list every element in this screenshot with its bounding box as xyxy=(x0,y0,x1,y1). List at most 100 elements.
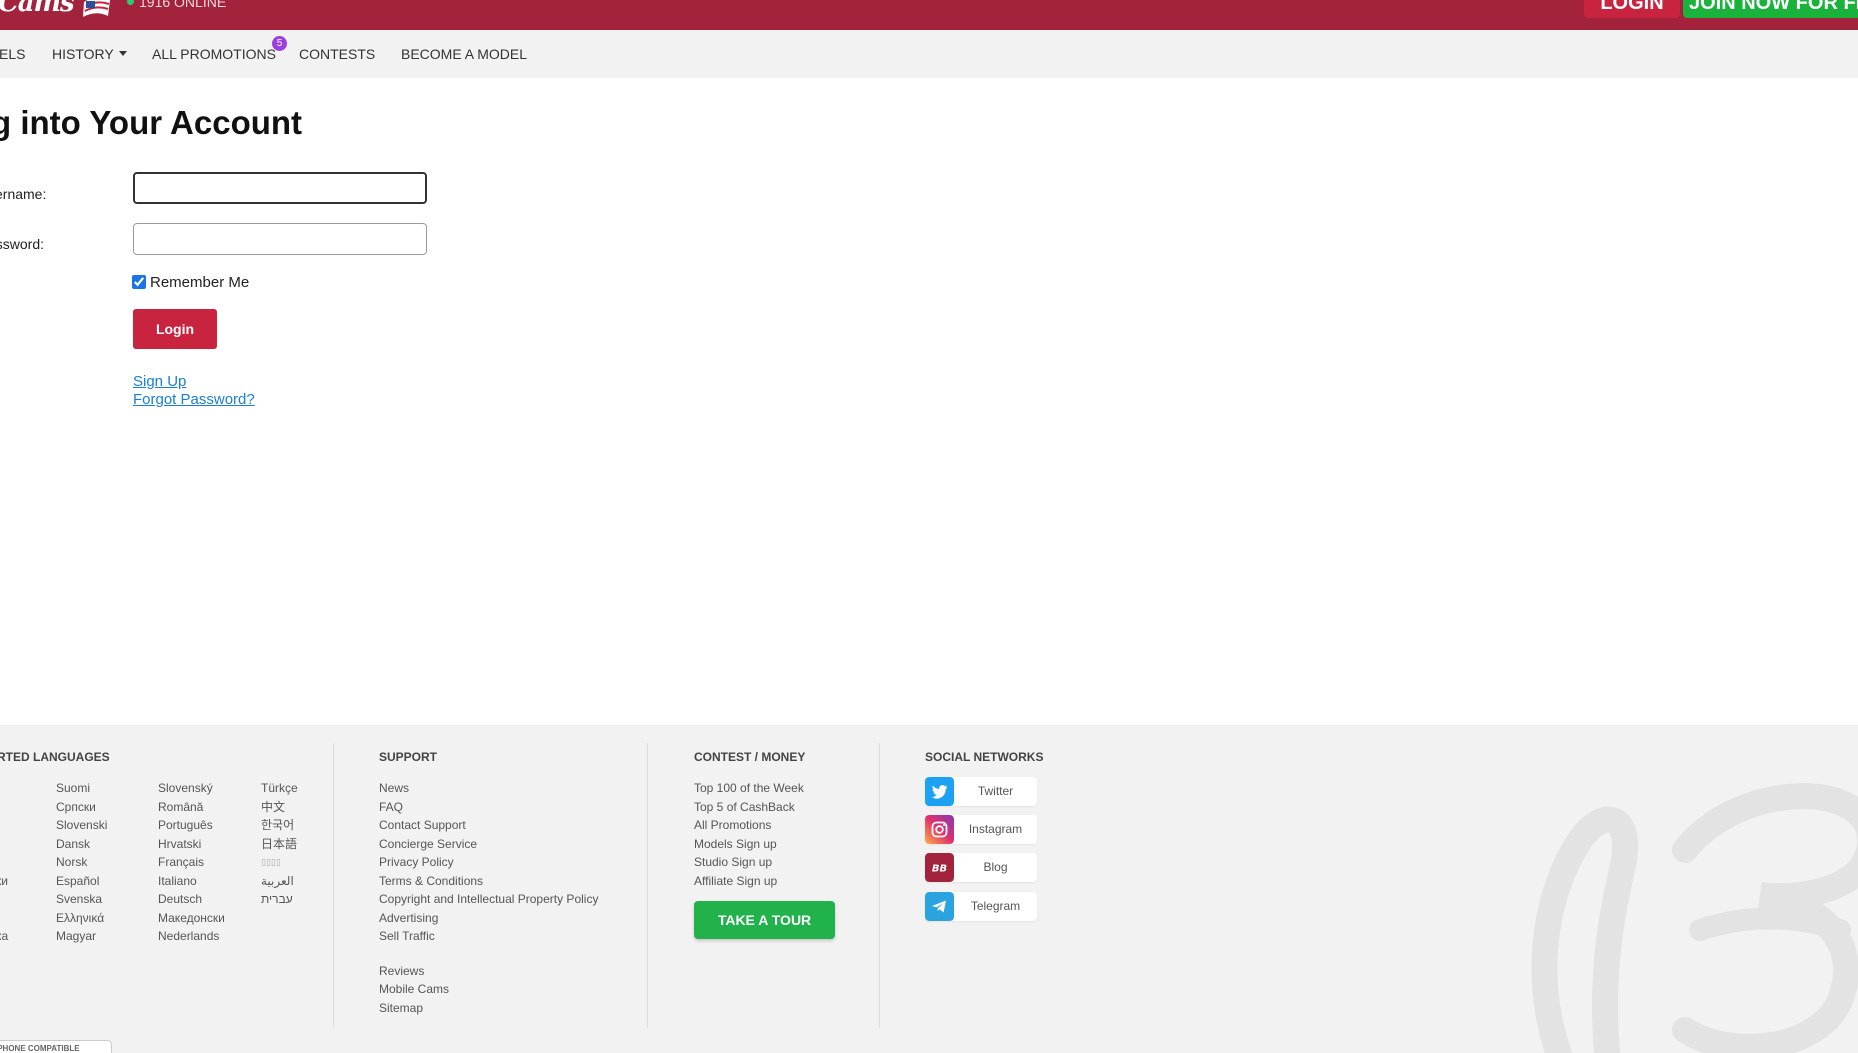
language-item[interactable]: Italiano xyxy=(158,872,225,891)
footer-divider xyxy=(879,743,880,1028)
svg-text:BB: BB xyxy=(932,864,947,875)
contest-links: Top 100 of the Week Top 5 of CashBack Al… xyxy=(694,779,804,890)
footer-link-concierge[interactable]: Concierge Service xyxy=(379,835,598,854)
language-item[interactable]: العربية xyxy=(261,872,298,891)
footer-link-all-promotions[interactable]: All Promotions xyxy=(694,816,804,835)
language-item[interactable]: Svenska xyxy=(56,890,107,909)
language-item[interactable]: Magyar xyxy=(56,927,107,946)
language-item[interactable]: Español xyxy=(56,872,107,891)
footer-link-top-100[interactable]: Top 100 of the Week xyxy=(694,779,804,798)
languages-heading: RTED LANGUAGES xyxy=(0,750,110,764)
watermark-logo-icon xyxy=(1531,783,1858,1053)
language-item[interactable]: Ελληνικά xyxy=(56,909,107,928)
languages-col-2: Slovenský Română Português Hrvatski Fran… xyxy=(158,779,225,946)
language-item[interactable]: Română xyxy=(158,798,225,817)
language-item[interactable]: Slovenský xyxy=(158,779,225,798)
footer-link-copyright[interactable]: Copyright and Intellectual Property Poli… xyxy=(379,890,598,909)
login-submit-button[interactable]: Login xyxy=(133,309,217,349)
nav-item-become-a-model[interactable]: BECOME A MODEL xyxy=(401,46,527,62)
footer-link-contact-support[interactable]: Contact Support xyxy=(379,816,598,835)
site-logo[interactable]: Cams xyxy=(0,0,75,22)
promotions-count-badge: 5 xyxy=(272,36,287,51)
caret-down-icon xyxy=(118,51,127,56)
nav-item-label: CONTESTS xyxy=(299,46,376,62)
language-item[interactable]: Македонски xyxy=(158,909,225,928)
footer-link-reviews[interactable]: Reviews xyxy=(379,962,598,981)
take-a-tour-button[interactable]: TAKE A TOUR xyxy=(694,901,835,939)
nav-item-history[interactable]: HISTORY xyxy=(52,46,127,62)
footer-link-mobile-cams[interactable]: Mobile Cams xyxy=(379,980,598,999)
social-label: Blog xyxy=(983,860,1008,874)
contest-heading: CONTEST / MONEY xyxy=(694,750,806,764)
online-dot-icon xyxy=(127,0,134,5)
nav-item-all-promotions[interactable]: ALL PROMOTIONS xyxy=(152,46,276,62)
logo-text: Cams xyxy=(0,0,75,18)
iphone-compatible-badge: IPHONE COMPATIBLE xyxy=(0,1040,112,1053)
language-item[interactable]: Deutsch xyxy=(158,890,225,909)
footer-link-studio-signup[interactable]: Studio Sign up xyxy=(694,853,804,872)
footer-divider xyxy=(647,743,648,1028)
footer-link-terms[interactable]: Terms & Conditions xyxy=(379,872,598,891)
language-item[interactable] xyxy=(0,835,8,854)
nav-item-contests[interactable]: CONTESTS xyxy=(299,46,375,62)
online-text: 1916 ONLINE xyxy=(139,0,227,10)
language-item[interactable]: Norsk xyxy=(56,853,107,872)
social-blog-button[interactable]: BB Blog xyxy=(925,853,1037,882)
language-item[interactable] xyxy=(0,798,8,817)
password-input[interactable] xyxy=(133,223,427,255)
footer-link-faq[interactable]: FAQ xyxy=(379,798,598,817)
language-item[interactable] xyxy=(0,853,8,872)
language-item[interactable]: עברית xyxy=(261,890,298,909)
footer-link-privacy[interactable]: Privacy Policy xyxy=(379,853,598,872)
language-item[interactable] xyxy=(0,779,8,798)
language-item[interactable]: 한국어 xyxy=(261,816,298,835)
language-item[interactable]: Français xyxy=(158,853,225,872)
remember-me-option[interactable]: Remember Me xyxy=(132,274,249,291)
footer-link-sell-traffic[interactable]: Sell Traffic xyxy=(379,927,598,946)
remember-me-checkbox[interactable] xyxy=(132,275,146,289)
social-twitter-button[interactable]: Twitter xyxy=(925,777,1037,806)
language-item[interactable]: Suomi xyxy=(56,779,107,798)
language-item[interactable]: Português xyxy=(158,816,225,835)
top-bar: Cams 1916 ONLINE LOGIN JOIN NOW FOR FREE xyxy=(0,0,1858,30)
footer-link-advertising[interactable]: Advertising xyxy=(379,909,598,928)
language-item[interactable] xyxy=(0,816,8,835)
social-label: Telegram xyxy=(970,899,1021,913)
language-item[interactable] xyxy=(0,890,8,909)
forgot-password-link[interactable]: Forgot Password? xyxy=(133,391,255,408)
join-now-button[interactable]: JOIN NOW FOR FREE xyxy=(1683,0,1858,18)
sign-up-link[interactable]: Sign Up xyxy=(133,373,186,390)
social-instagram-button[interactable]: Instagram xyxy=(925,815,1037,844)
language-item[interactable]: Nederlands xyxy=(158,927,225,946)
language-item[interactable]: Dansk xyxy=(56,835,107,854)
username-input[interactable] xyxy=(133,172,427,204)
social-heading: SOCIAL NETWORKS xyxy=(925,750,1044,764)
language-item[interactable]: Türkçe xyxy=(261,779,298,798)
nav-item-label: BECOME A MODEL xyxy=(401,46,528,62)
footer-link-top-5-cashback[interactable]: Top 5 of CashBack xyxy=(694,798,804,817)
header-login-button[interactable]: LOGIN xyxy=(1584,0,1680,18)
language-item[interactable]: ки xyxy=(0,872,8,891)
online-count: 1916 ONLINE xyxy=(127,0,226,10)
social-telegram-button[interactable]: Telegram xyxy=(925,892,1037,921)
language-item[interactable]: Slovenski xyxy=(56,816,107,835)
language-item[interactable]: Српски xyxy=(56,798,107,817)
language-item[interactable] xyxy=(0,909,8,928)
nav-item-label: ELS xyxy=(0,46,26,62)
twitter-icon xyxy=(925,777,954,806)
language-item[interactable]: 日本語 xyxy=(261,835,298,854)
footer-divider xyxy=(333,743,334,1028)
language-item[interactable]: 中文 xyxy=(261,798,298,817)
language-item[interactable]: ка xyxy=(0,927,8,946)
nav-item-models[interactable]: ELS xyxy=(0,46,25,62)
footer-link-news[interactable]: News xyxy=(379,779,598,798)
nav-item-label: ALL PROMOTIONS xyxy=(152,46,276,62)
support-links: News FAQ Contact Support Concierge Servi… xyxy=(379,779,598,1017)
language-item[interactable]: Hrvatski xyxy=(158,835,225,854)
languages-col-3: Türkçe 中文 한국어 日本語 ▯▯▯▯ العربية עברית xyxy=(261,779,298,909)
social-label: Twitter xyxy=(977,784,1014,798)
footer-link-affiliate-signup[interactable]: Affiliate Sign up xyxy=(694,872,804,891)
footer-link-sitemap[interactable]: Sitemap xyxy=(379,999,598,1018)
footer-link-models-signup[interactable]: Models Sign up xyxy=(694,835,804,854)
language-item[interactable]: ▯▯▯▯ xyxy=(261,853,298,872)
